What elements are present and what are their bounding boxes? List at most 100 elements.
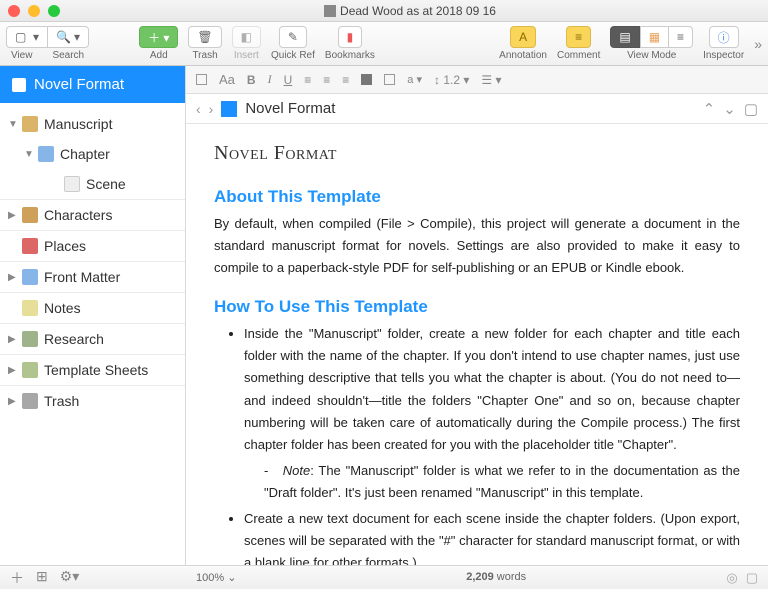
binder-item-scene[interactable]: Scene	[0, 169, 185, 199]
binder-item-chapter[interactable]: ▼Chapter	[0, 139, 185, 169]
insert-icon: ◧	[241, 30, 252, 44]
trash-icon	[22, 393, 38, 409]
minimize-icon[interactable]	[28, 5, 40, 17]
document-icon	[324, 5, 336, 17]
crumb-title: Novel Format	[245, 100, 335, 117]
binder-item-trash[interactable]: ▶Trash	[0, 385, 185, 416]
disclosure-closed-icon: ▶	[8, 210, 16, 221]
list-item: Inside the "Manuscript" folder, create a…	[244, 323, 740, 504]
window-controls	[8, 5, 60, 17]
target-icon[interactable]: ◎	[726, 570, 737, 586]
add-doc-icon[interactable]: ＋	[10, 568, 24, 588]
align-left-button[interactable]: ≡	[304, 73, 311, 87]
align-right-button[interactable]: ≡	[342, 73, 349, 87]
disclosure-closed-icon: ▶	[8, 334, 16, 345]
template-icon	[22, 362, 38, 378]
view-button[interactable]: ▢▾	[6, 26, 48, 48]
align-center-button[interactable]: ≡	[323, 73, 330, 87]
bookmarks-button[interactable]: ▮	[338, 26, 363, 48]
corkboard-icon: ▦	[649, 30, 660, 44]
binder-item-manuscript[interactable]: ▼Manuscript	[0, 109, 185, 139]
inspector-icon: ⓘ	[718, 29, 730, 46]
quickref-button[interactable]: ✎	[279, 26, 307, 48]
disclosure-closed-icon: ▶	[8, 396, 16, 407]
heading-about: About This Template	[214, 187, 740, 207]
novel-icon	[12, 78, 26, 92]
bookmark-icon: ▮	[347, 30, 354, 44]
fullscreen-icon[interactable]	[48, 5, 60, 17]
no-style-button[interactable]	[196, 74, 207, 85]
view-doc-button[interactable]: ▤	[610, 26, 639, 48]
disclosure-open-icon: ▼	[8, 119, 16, 130]
nav-up-icon[interactable]: ⌃	[703, 100, 716, 118]
list-button[interactable]: ☰ ▾	[481, 73, 501, 87]
document-view-icon: ▤	[619, 30, 630, 44]
nav-down-icon[interactable]: ⌄	[723, 100, 736, 118]
notes-icon	[22, 300, 38, 316]
word-count[interactable]: 2,209 words	[266, 571, 726, 584]
nav-back-icon[interactable]: ‹	[196, 101, 201, 117]
search-icon: 🔍	[56, 30, 70, 44]
title-bar: Dead Wood as at 2018 09 16	[0, 0, 768, 22]
line-spacing-button[interactable]: ↕ 1.2 ▾	[434, 73, 469, 87]
binder-item-research[interactable]: ▶Research	[0, 323, 185, 354]
binder-item-characters[interactable]: ▶Characters	[0, 199, 185, 230]
search-button[interactable]: 🔍▾	[48, 26, 89, 48]
zoom-control[interactable]: 100% ⌄	[196, 571, 266, 584]
view-outline-button[interactable]: ≡	[669, 26, 693, 48]
text-color-button[interactable]	[384, 74, 395, 85]
underline-button[interactable]: U	[284, 73, 293, 87]
characters-icon	[22, 207, 38, 223]
novel-icon	[221, 101, 237, 117]
binder-header[interactable]: Novel Format	[0, 66, 185, 103]
compose-icon[interactable]: ▢	[746, 570, 758, 586]
editor-content[interactable]: Novel Format About This Template By defa…	[186, 124, 768, 565]
italic-button[interactable]: I	[268, 72, 272, 87]
status-bar: ＋ ⊞ ⚙︎▾ 100% ⌄ 2,209 words ◎ ▢	[0, 565, 768, 589]
viewmode-group: ▤ ▦ ≡ View Mode	[610, 26, 693, 61]
bold-button[interactable]: B	[247, 73, 256, 87]
book-icon	[22, 116, 38, 132]
disclosure-open-icon: ▼	[24, 149, 32, 160]
window-title: Dead Wood as at 2018 09 16	[60, 4, 760, 18]
pin-icon	[22, 238, 38, 254]
para-about: By default, when compiled (File > Compil…	[214, 213, 740, 279]
research-icon	[22, 331, 38, 347]
binder-item-places[interactable]: Places	[0, 230, 185, 261]
disclosure-closed-icon: ▶	[8, 365, 16, 376]
inspector-button[interactable]: ⓘ	[709, 26, 739, 48]
format-bar: Aa B I U ≡ ≡ ≡ a ▾ ↕ 1.2 ▾ ☰ ▾	[186, 66, 768, 94]
heading-howto: How To Use This Template	[214, 297, 740, 317]
align-justify-button[interactable]	[361, 74, 372, 85]
split-icon[interactable]: ▢	[744, 100, 758, 118]
disclosure-closed-icon: ▶	[8, 272, 16, 283]
comment-button[interactable]: ≡	[566, 26, 591, 48]
page-icon	[64, 176, 80, 192]
view-cork-button[interactable]: ▦	[640, 26, 669, 48]
add-folder-icon[interactable]: ⊞	[36, 568, 48, 588]
trash-icon: 🗑	[197, 30, 212, 44]
list-item: Create a new text document for each scen…	[244, 508, 740, 565]
add-button[interactable]: ＋ ▾	[139, 26, 178, 48]
view-group: ▢▾ 🔍▾ ViewSearch	[6, 26, 89, 61]
binder-item-frontmatter[interactable]: ▶Front Matter	[0, 261, 185, 292]
folder-icon	[38, 146, 54, 162]
close-icon[interactable]	[8, 5, 20, 17]
outline-icon: ≡	[677, 30, 684, 44]
gear-icon[interactable]: ⚙︎▾	[60, 568, 80, 588]
main-toolbar: ▢▾ 🔍▾ ViewSearch ＋ ▾Add 🗑Trash ◧Insert ✎…	[0, 22, 768, 66]
overflow-icon[interactable]: »	[754, 36, 762, 52]
font-size-button[interactable]: Aa	[219, 72, 235, 87]
folder-icon	[22, 269, 38, 285]
binder-sidebar: Novel Format ▼Manuscript ▼Chapter Scene …	[0, 66, 186, 565]
trash-button[interactable]: 🗑	[188, 26, 221, 48]
nav-fwd-icon[interactable]: ›	[209, 101, 214, 117]
annotation-button[interactable]: A	[510, 26, 536, 48]
sidebar-icon: ▢	[15, 30, 29, 44]
doc-title: Novel Format	[214, 142, 740, 165]
binder-item-templates[interactable]: ▶Template Sheets	[0, 354, 185, 385]
breadcrumb: ‹ › Novel Format ⌃ ⌄ ▢	[186, 94, 768, 124]
highlight-button[interactable]: a ▾	[407, 73, 422, 86]
howto-list: Inside the "Manuscript" folder, create a…	[214, 323, 740, 565]
binder-item-notes[interactable]: Notes	[0, 292, 185, 323]
